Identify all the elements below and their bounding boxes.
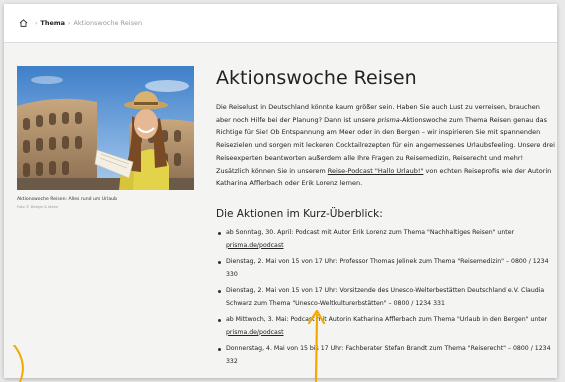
list-item: ab Mittwoch, 3. Mai: Podcast mit Autorin…	[216, 314, 556, 339]
article-image	[17, 66, 194, 190]
brand-name: prisma	[377, 115, 400, 124]
list-item: Dienstag, 2. Mai von 15 von 17 Uhr: Prof…	[216, 256, 556, 281]
image-caption: Aktionswoche Reisen: Alles rund um Urlau…	[17, 197, 117, 202]
list-item: Dienstag, 2. Mai von 15 von 17 Uhr: Vors…	[216, 285, 556, 310]
list-item: ab Sonntag, 30. April: Podcast mit Autor…	[216, 227, 556, 252]
list-item-text: Dienstag, 2. Mai von 15 von 17 Uhr: Prof…	[226, 258, 549, 278]
action-list: ab Sonntag, 30. April: Podcast mit Autor…	[216, 227, 556, 372]
image-credit: Foto © Design & Ideen	[17, 205, 59, 209]
breadcrumb-separator: ›	[35, 19, 38, 27]
breadcrumb-bar: › Thema › Aktionswoche Reisen	[4, 4, 557, 43]
section-heading: Die Aktionen im Kurz-Überblick:	[216, 208, 383, 220]
list-item-text: ab Mittwoch, 3. Mai: Podcast mit Autorin…	[226, 316, 548, 323]
annotation-arrow	[307, 309, 326, 382]
podcast-link[interactable]: prisma.de/podcast	[226, 329, 284, 336]
podcast-link[interactable]: prisma.de/podcast	[226, 242, 284, 249]
breadcrumb-separator: ›	[68, 19, 71, 27]
breadcrumb: › Thema › Aktionswoche Reisen	[19, 19, 142, 27]
list-item-text: ab Sonntag, 30. April: Podcast mit Autor…	[226, 229, 515, 236]
list-item: Donnerstag, 4. Mai von 15 bis 17 Uhr: Fa…	[216, 343, 556, 368]
intro-paragraph: Die Reiselust in Deutschland könnte kaum…	[216, 101, 556, 190]
home-icon[interactable]	[19, 19, 28, 27]
page-title: Aktionswoche Reisen	[216, 67, 417, 89]
breadcrumb-item-thema[interactable]: Thema	[40, 19, 65, 27]
annotation-curve	[13, 345, 24, 382]
list-item-text: Dienstag, 2. Mai von 15 von 17 Uhr: Vors…	[226, 287, 545, 307]
list-item-text: Donnerstag, 4. Mai von 15 bis 17 Uhr: Fa…	[226, 345, 551, 365]
podcast-link[interactable]: Reise-Podcast "Hallo Urlaub!"	[328, 167, 424, 175]
breadcrumb-item-current: Aktionswoche Reisen	[73, 19, 143, 27]
article-page: › Thema › Aktionswoche Reisen Aktionswoc…	[4, 4, 557, 378]
